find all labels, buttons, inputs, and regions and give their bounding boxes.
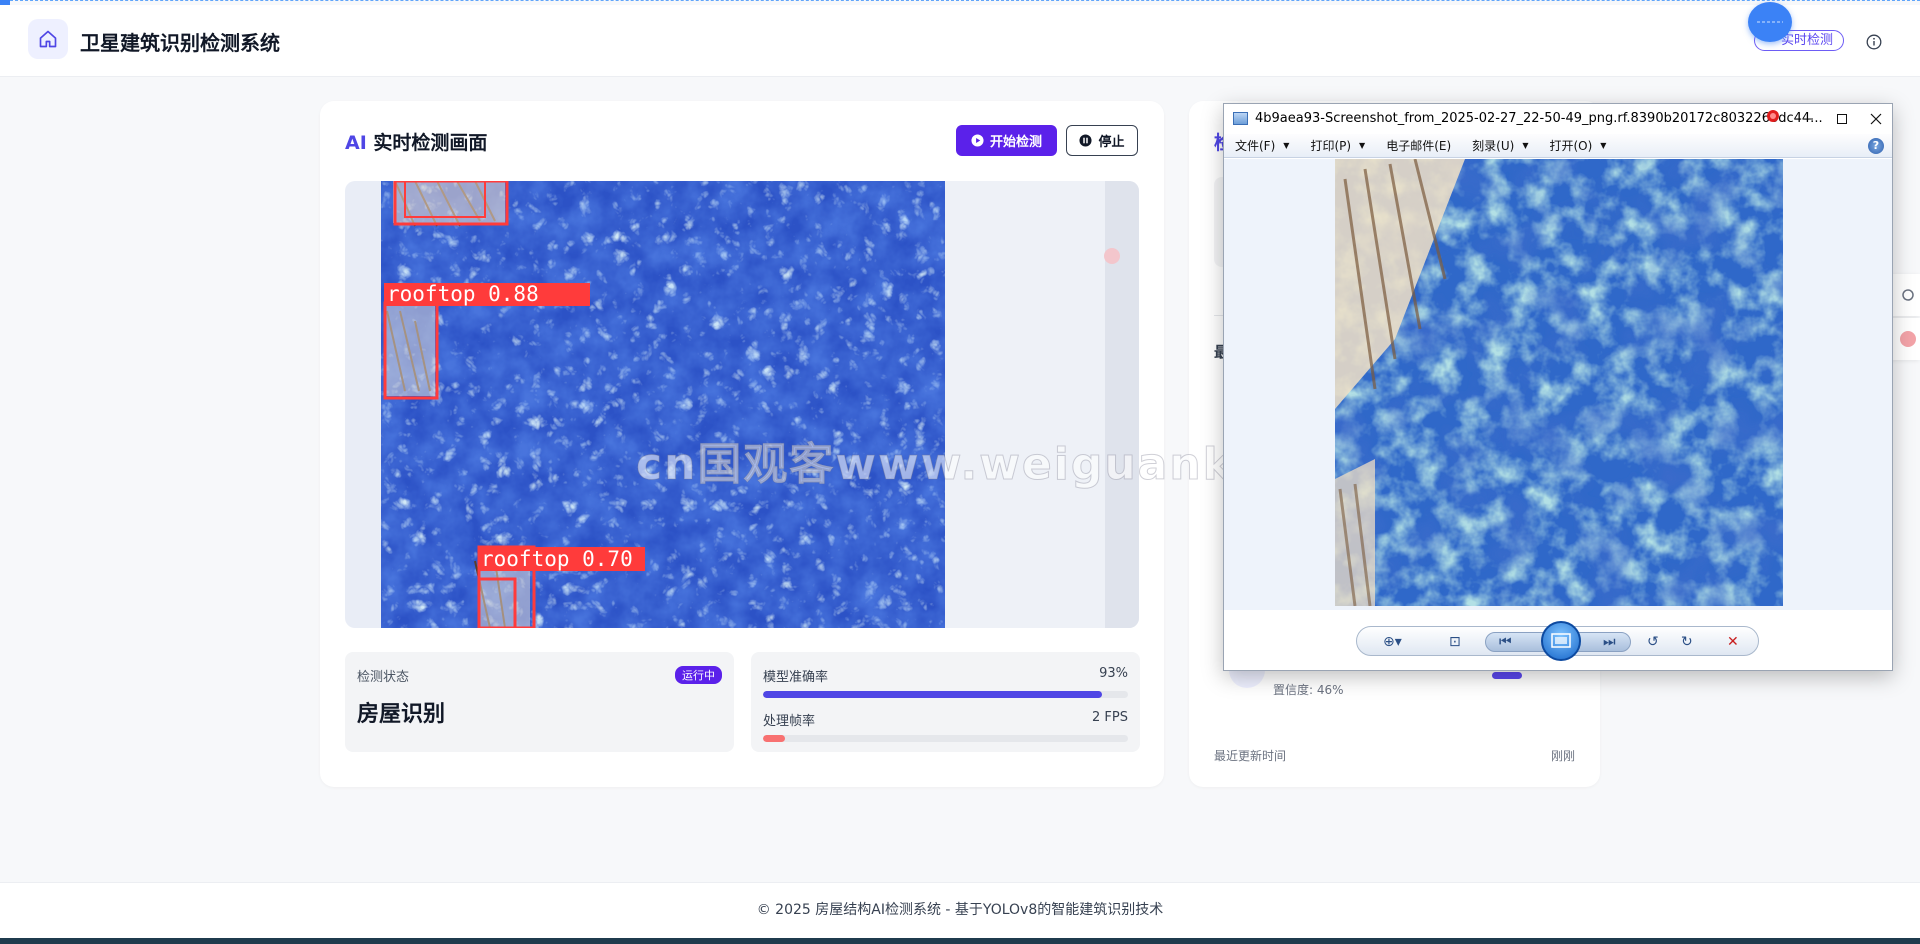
photo-viewer-app-icon [1233,112,1248,125]
pause-circle-icon [1079,134,1093,147]
metric-fps: 处理帧率 2 FPS [763,710,1128,742]
notification-icon [1767,110,1779,122]
viewer-title: 4b9aea93-Screenshot_from_2025-02-27_22-5… [1255,111,1823,126]
viewer-canvas [1224,159,1892,610]
menu-file[interactable]: 文件(F) ▼ [1235,137,1289,154]
result-item-confidence: 置信度: 46% [1273,683,1344,697]
progress-fill [763,735,785,742]
minimize-button[interactable] [1791,107,1825,131]
info-icon[interactable] [1866,34,1882,50]
next-icon[interactable]: ⏭ [1603,634,1616,650]
taskbar-strip [0,938,1920,944]
progress-fill [763,691,1103,698]
status-badge: 运行中 [675,666,722,684]
app-title: 卫星建筑识别检测系统 [80,31,280,55]
dash-icon [1757,21,1783,23]
stop-button[interactable]: 停止 [1066,125,1138,156]
rotate-left-icon[interactable]: ↺ [1647,634,1659,650]
satellite-image: rooftop 0.88 rooftop 0.70 [345,181,1139,628]
update-label: 最近更新时间 [1214,749,1287,763]
camera-feed: rooftop 0.88 rooftop 0.70 [345,181,1139,628]
previous-icon[interactable]: ⏮ [1499,634,1512,650]
menu-print[interactable]: 打印(P) ▼ [1310,137,1365,154]
delete-icon[interactable]: ✕ [1727,634,1739,650]
update-value: 刚刚 [1550,749,1575,763]
home-icon [39,30,57,48]
metrics-panel: 模型准确率 93% 处理帧率 2 FPS [751,652,1140,752]
slideshow-icon [1551,633,1571,648]
detection-label: rooftop 0.88 [387,282,539,306]
detection-label: rooftop 0.70 [481,547,633,571]
viewer-menubar: 文件(F) ▼ 打印(P) ▼ 电子邮件(E) 刻录(U) ▼ 打开(O) ▼ ? [1224,134,1892,158]
photo-viewer-window: 4b9aea93-Screenshot_from_2025-02-27_22-5… [1223,103,1893,671]
status-value: 房屋识别 [357,702,446,727]
actual-size-icon[interactable]: ⊡ [1449,634,1461,650]
close-button[interactable] [1859,107,1893,131]
maximize-icon [1837,114,1847,124]
start-detection-button[interactable]: 开始检测 [956,125,1057,156]
card-title: AI 实时检测画面 [345,132,488,154]
floating-assistant-button[interactable] [1748,2,1792,42]
menu-open[interactable]: 打开(O) ▼ [1549,137,1606,154]
viewer-image [1335,159,1783,606]
minimize-icon [1803,118,1813,120]
viewer-toolbar: ⊕▾ ⊡ ⏮ ⏭ ↺ ↻ ✕ [1356,621,1759,661]
slideshow-button[interactable] [1541,621,1581,661]
metric-accuracy: 模型准确率 93% [763,666,1128,698]
menu-burn[interactable]: 刻录(U) ▼ [1472,137,1528,154]
zoom-icon[interactable]: ⊕▾ [1383,634,1402,650]
detection-status-panel: 检测状态 运行中 房屋识别 [345,652,734,752]
play-circle-icon [971,134,984,147]
rotate-right-icon[interactable]: ↻ [1681,634,1693,650]
close-icon [1870,113,1882,125]
viewer-titlebar[interactable]: 4b9aea93-Screenshot_from_2025-02-27_22-5… [1224,104,1892,134]
home-button[interactable] [28,19,68,59]
footer: © 2025 房屋结构AI检测系统 - 基于YOLOv8的智能建筑识别技术 [0,882,1920,938]
menu-email[interactable]: 电子邮件(E) [1386,137,1451,154]
help-icon[interactable]: ? [1868,138,1884,154]
confidence-bar [1492,672,1522,679]
app-header: 卫星建筑识别检测系统 实时检测 [0,5,1920,77]
status-label: 检测状态 [357,670,410,685]
maximize-button[interactable] [1825,107,1859,131]
